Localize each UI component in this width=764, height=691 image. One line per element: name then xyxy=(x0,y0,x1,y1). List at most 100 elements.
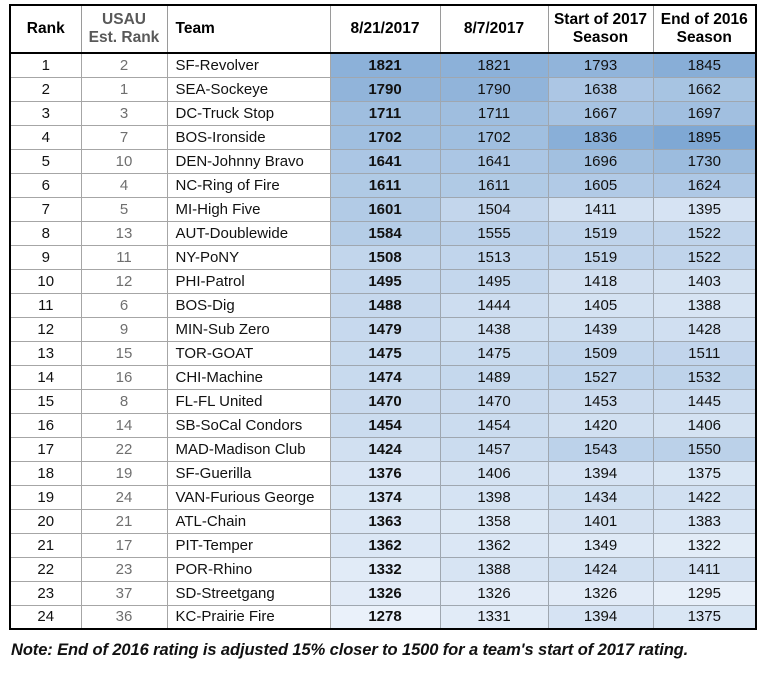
cell-d2: 1438 xyxy=(439,316,549,342)
column-header-d3: Start of 2017 Season xyxy=(547,4,654,54)
cell-d1: 1508 xyxy=(329,244,441,270)
cell-d3: 1424 xyxy=(547,556,654,582)
cell-usau: 22 xyxy=(80,436,168,462)
column-header-d1: 8/21/2017 xyxy=(329,4,441,54)
cell-team: SF-Revolver xyxy=(166,52,331,78)
cell-d2: 1398 xyxy=(439,484,549,510)
cell-rank: 3 xyxy=(9,100,82,126)
cell-d1: 1326 xyxy=(329,580,441,606)
cell-rank: 9 xyxy=(9,244,82,270)
cell-usau: 5 xyxy=(80,196,168,222)
cell-d4: 1522 xyxy=(652,220,757,246)
cell-d1: 1601 xyxy=(329,196,441,222)
table-row: 7 5 MI-High Five 1601 1504 1411 1395 xyxy=(9,196,757,222)
cell-d3: 1696 xyxy=(547,148,654,174)
table-row: 13 15 TOR-GOAT 1475 1475 1509 1511 xyxy=(9,340,757,366)
cell-usau: 17 xyxy=(80,532,168,558)
table-row: 24 36 KC-Prairie Fire 1278 1331 1394 1375 xyxy=(9,604,757,630)
cell-d2: 1513 xyxy=(439,244,549,270)
cell-d1: 1278 xyxy=(329,604,441,630)
ratings-table-container: Rank USAU Est. Rank Team 8/21/2017 8/7/2017 St… xyxy=(9,4,757,630)
cell-d3: 1434 xyxy=(547,484,654,510)
cell-usau: 8 xyxy=(80,388,168,414)
column-header-rank: Rank xyxy=(9,4,82,54)
cell-d2: 1326 xyxy=(439,580,549,606)
cell-usau: 36 xyxy=(80,604,168,630)
table-row: 2 1 SEA-Sockeye 1790 1790 1638 1662 xyxy=(9,76,757,102)
cell-d4: 1295 xyxy=(652,580,757,606)
cell-d2: 1475 xyxy=(439,340,549,366)
cell-d1: 1424 xyxy=(329,436,441,462)
cell-team: SD-Streetgang xyxy=(166,580,331,606)
cell-team: SB-SoCal Condors xyxy=(166,412,331,438)
cell-team: VAN-Furious George xyxy=(166,484,331,510)
cell-d1: 1474 xyxy=(329,364,441,390)
cell-d2: 1454 xyxy=(439,412,549,438)
cell-d1: 1584 xyxy=(329,220,441,246)
cell-d1: 1790 xyxy=(329,76,441,102)
cell-rank: 21 xyxy=(9,532,82,558)
cell-usau: 6 xyxy=(80,292,168,318)
cell-d1: 1479 xyxy=(329,316,441,342)
cell-team: MAD-Madison Club xyxy=(166,436,331,462)
table-row: 3 3 DC-Truck Stop 1711 1711 1667 1697 xyxy=(9,100,757,126)
cell-d3: 1405 xyxy=(547,292,654,318)
cell-d2: 1470 xyxy=(439,388,549,414)
cell-d1: 1611 xyxy=(329,172,441,198)
cell-rank: 4 xyxy=(9,124,82,150)
table-row: 8 13 AUT-Doublewide 1584 1555 1519 1522 xyxy=(9,220,757,246)
table-row: 9 11 NY-PoNY 1508 1513 1519 1522 xyxy=(9,244,757,270)
cell-team: ATL-Chain xyxy=(166,508,331,534)
cell-rank: 6 xyxy=(9,172,82,198)
cell-rank: 5 xyxy=(9,148,82,174)
cell-d2: 1702 xyxy=(439,124,549,150)
cell-d3: 1411 xyxy=(547,196,654,222)
cell-usau: 2 xyxy=(80,52,168,78)
cell-d4: 1406 xyxy=(652,412,757,438)
cell-d3: 1418 xyxy=(547,268,654,294)
cell-d3: 1836 xyxy=(547,124,654,150)
cell-team: PIT-Temper xyxy=(166,532,331,558)
column-header-team: Team xyxy=(166,4,331,54)
cell-d4: 1428 xyxy=(652,316,757,342)
table-row: 22 23 POR-Rhino 1332 1388 1424 1411 xyxy=(9,556,757,582)
cell-rank: 14 xyxy=(9,364,82,390)
table-header: Rank USAU Est. Rank Team 8/21/2017 8/7/2017 St… xyxy=(9,4,757,54)
cell-d4: 1730 xyxy=(652,148,757,174)
cell-d4: 1662 xyxy=(652,76,757,102)
cell-d1: 1332 xyxy=(329,556,441,582)
cell-rank: 23 xyxy=(9,580,82,606)
cell-usau: 1 xyxy=(80,76,168,102)
cell-d1: 1363 xyxy=(329,508,441,534)
cell-d4: 1511 xyxy=(652,340,757,366)
cell-usau: 21 xyxy=(80,508,168,534)
table-row: 14 16 CHI-Machine 1474 1489 1527 1532 xyxy=(9,364,757,390)
cell-d3: 1394 xyxy=(547,460,654,486)
cell-rank: 1 xyxy=(9,52,82,78)
cell-usau: 37 xyxy=(80,580,168,606)
cell-d4: 1445 xyxy=(652,388,757,414)
cell-usau: 13 xyxy=(80,220,168,246)
cell-d4: 1697 xyxy=(652,100,757,126)
cell-d3: 1519 xyxy=(547,220,654,246)
cell-d3: 1453 xyxy=(547,388,654,414)
cell-usau: 16 xyxy=(80,364,168,390)
cell-team: MIN-Sub Zero xyxy=(166,316,331,342)
cell-d4: 1375 xyxy=(652,604,757,630)
cell-team: BOS-Dig xyxy=(166,292,331,318)
cell-d1: 1376 xyxy=(329,460,441,486)
column-header-d4: End of 2016 Season xyxy=(652,4,757,54)
cell-d4: 1403 xyxy=(652,268,757,294)
cell-d2: 1821 xyxy=(439,52,549,78)
cell-d2: 1495 xyxy=(439,268,549,294)
cell-rank: 24 xyxy=(9,604,82,630)
cell-d2: 1457 xyxy=(439,436,549,462)
cell-d4: 1422 xyxy=(652,484,757,510)
cell-d1: 1821 xyxy=(329,52,441,78)
column-header-d2: 8/7/2017 xyxy=(439,4,549,54)
cell-d1: 1475 xyxy=(329,340,441,366)
table-row: 5 10 DEN-Johnny Bravo 1641 1641 1696 1730 xyxy=(9,148,757,174)
cell-d4: 1624 xyxy=(652,172,757,198)
cell-d4: 1388 xyxy=(652,292,757,318)
cell-d4: 1383 xyxy=(652,508,757,534)
